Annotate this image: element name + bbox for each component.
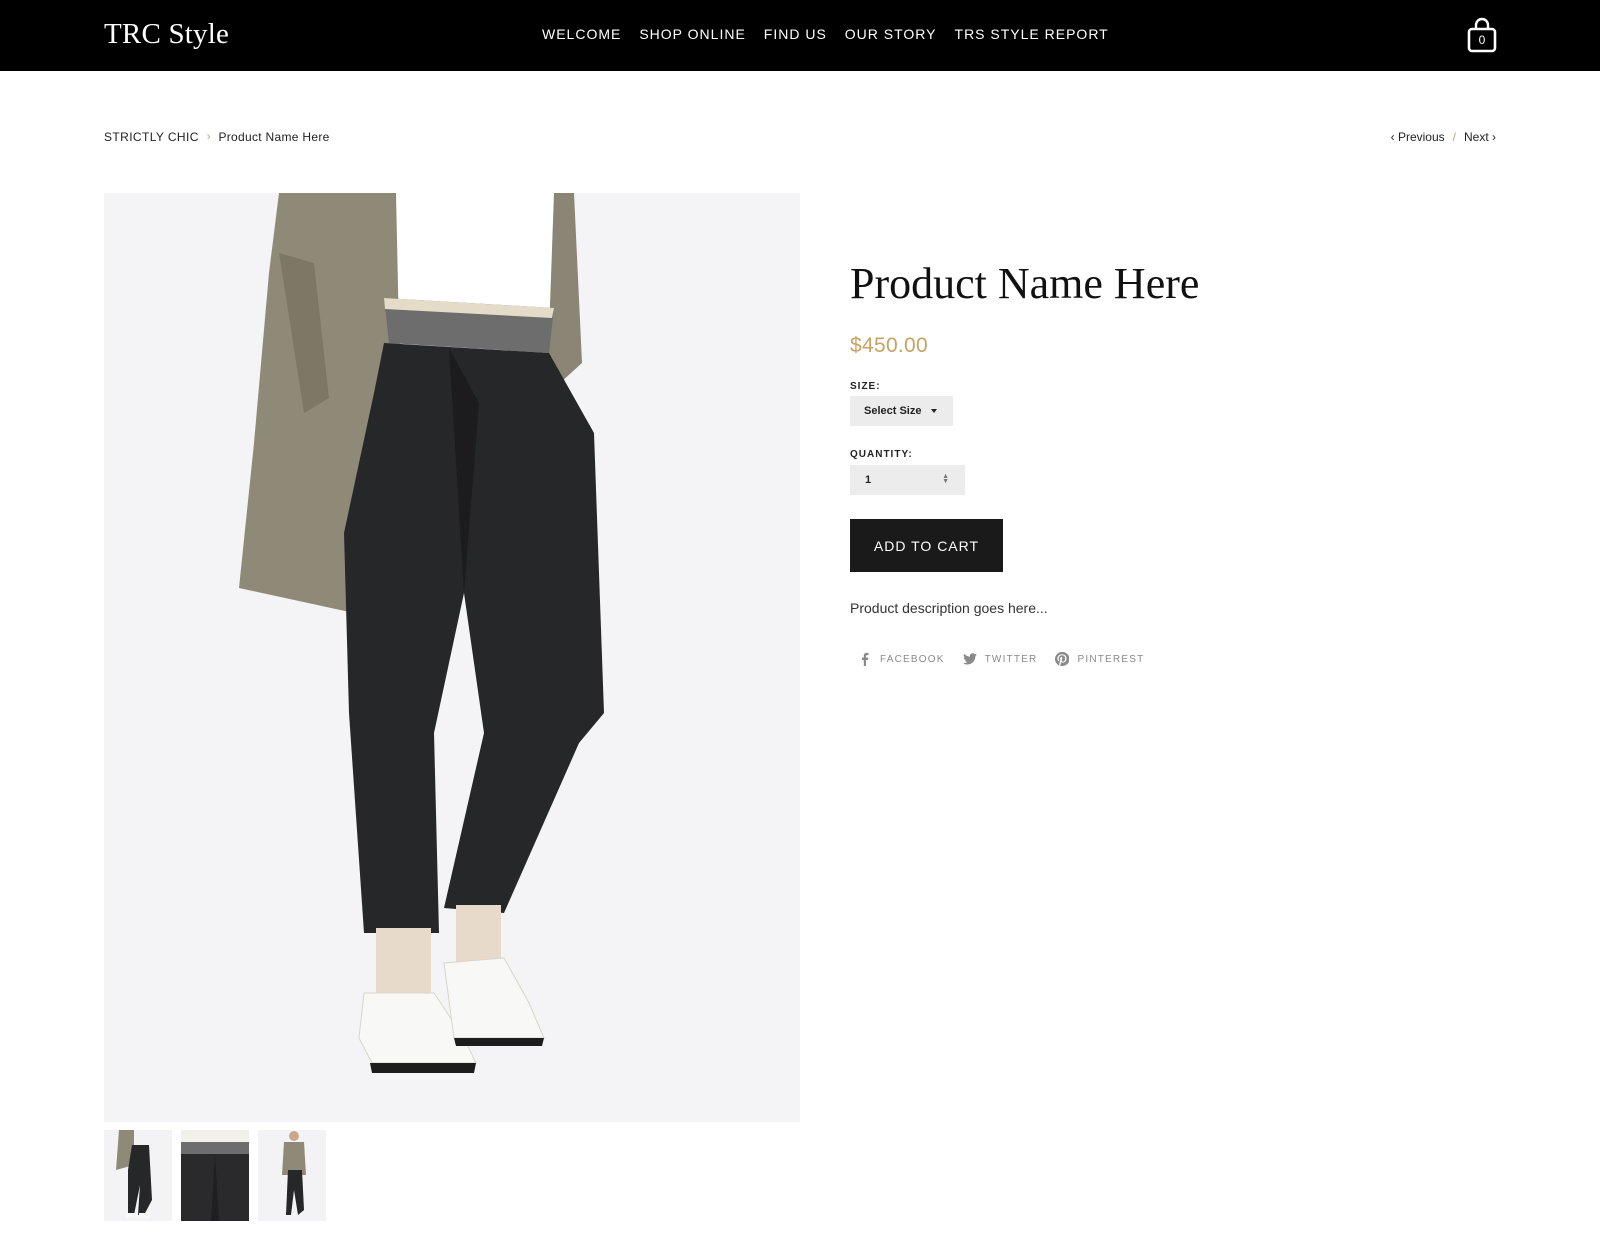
caret-down-icon [931, 409, 937, 413]
cart-count: 0 [1478, 33, 1486, 47]
share-twitter[interactable]: TWITTER [962, 652, 1038, 666]
cart-button[interactable]: 0 [1466, 16, 1498, 54]
breadcrumb: STRICTLY CHIC › Product Name Here [104, 130, 330, 144]
nav-welcome[interactable]: WELCOME [542, 26, 621, 42]
quantity-input[interactable]: 1 ▲ ▼ [850, 465, 965, 495]
facebook-icon [862, 652, 869, 666]
main-nav: WELCOME SHOP ONLINE FIND US OUR STORY TR… [542, 26, 1127, 42]
breadcrumb-current: Product Name Here [218, 130, 330, 144]
pinterest-label: PINTEREST [1077, 653, 1145, 665]
site-logo[interactable]: TRC Style [104, 18, 229, 51]
thumbnail-2[interactable] [181, 1130, 249, 1221]
nav-our-story[interactable]: OUR STORY [845, 26, 937, 42]
twitter-icon [962, 653, 977, 665]
thumbnail-3[interactable] [258, 1130, 326, 1221]
pinterest-icon [1055, 652, 1070, 666]
share-links: FACEBOOK TWITTER PINTEREST [858, 652, 1162, 666]
size-select-value: Select Size [864, 405, 922, 417]
share-pinterest[interactable]: PINTEREST [1055, 652, 1144, 666]
share-facebook[interactable]: FACEBOOK [858, 652, 945, 666]
twitter-label: TWITTER [984, 653, 1038, 665]
facebook-label: FACEBOOK [880, 653, 945, 665]
next-product-link[interactable]: Next › [1464, 130, 1496, 144]
quantity-label: QUANTITY: [850, 449, 913, 460]
nav-find-us[interactable]: FIND US [764, 26, 827, 42]
quantity-value: 1 [865, 474, 872, 486]
product-price: $450.00 [850, 334, 929, 357]
thumbnail-strip [104, 1130, 326, 1221]
nav-shop-online[interactable]: SHOP ONLINE [639, 26, 745, 42]
product-title: Product Name Here [850, 259, 1200, 308]
stepper-arrows-icon[interactable]: ▲ ▼ [942, 473, 949, 485]
previous-product-link[interactable]: ‹ Previous [1391, 130, 1445, 144]
product-main-image[interactable] [104, 193, 800, 1122]
pager-separator: / [1452, 130, 1456, 144]
top-navigation-bar: TRC Style WELCOME SHOP ONLINE FIND US OU… [0, 0, 1600, 71]
add-to-cart-button[interactable]: ADD TO CART [850, 519, 1003, 572]
breadcrumb-collection-link[interactable]: STRICTLY CHIC [104, 130, 199, 144]
size-select[interactable]: Select Size [850, 396, 953, 426]
thumbnail-1[interactable] [104, 1130, 172, 1221]
product-description: Product description goes here... [850, 600, 1048, 616]
size-label: SIZE: [850, 381, 881, 392]
nav-style-report[interactable]: TRS STYLE REPORT [955, 26, 1109, 42]
breadcrumb-separator: › [206, 131, 211, 143]
product-pager: ‹ Previous / Next › [1391, 130, 1496, 144]
